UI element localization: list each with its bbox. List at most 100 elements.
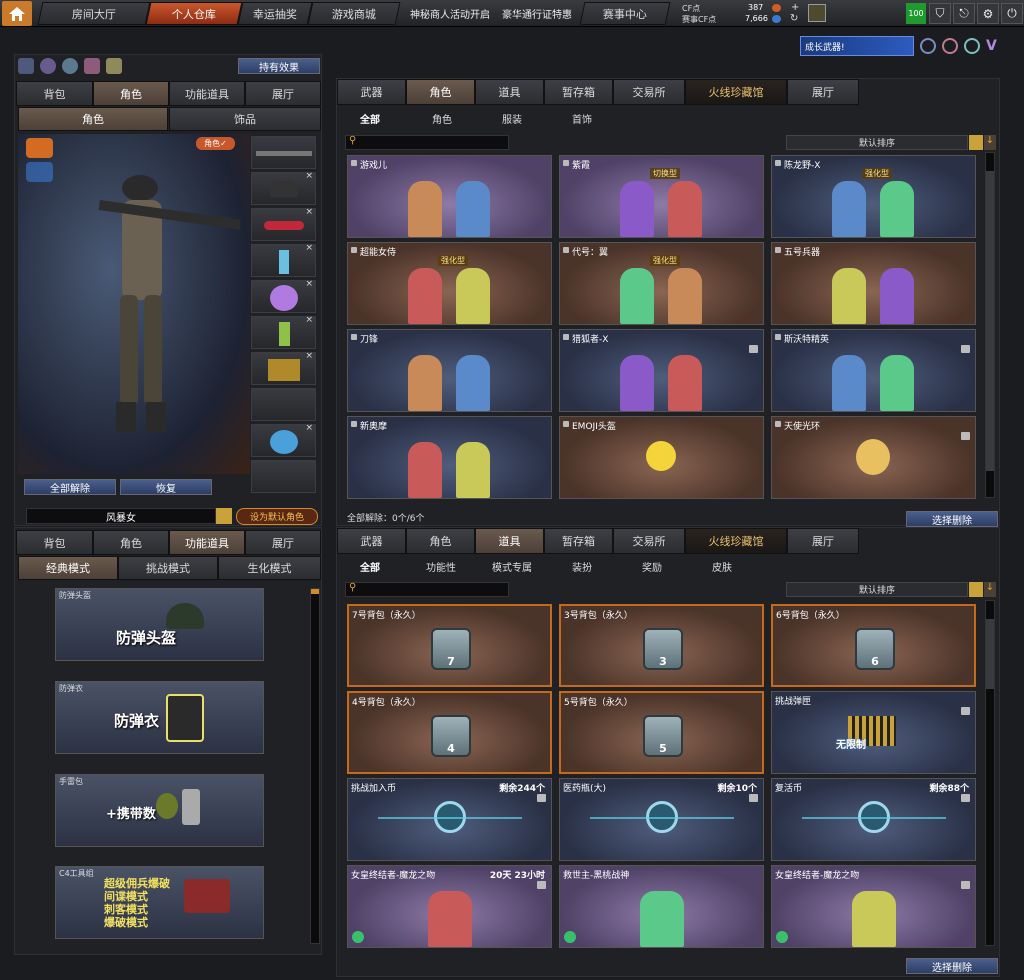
tab-backpack-2[interactable]: 背包 [16,530,93,555]
rotate-mode-icon[interactable] [26,162,53,182]
character-card[interactable]: 超能女侍 强化型 [347,242,552,325]
remove-icon[interactable]: × [305,171,313,181]
hold-effect-button[interactable]: 持有效果 [238,58,320,74]
item-card[interactable]: 挑战弹匣 无限制 [771,691,976,774]
store-tab-0[interactable]: 武器 [337,528,406,554]
slot-empty-2[interactable] [251,460,316,493]
store-tab-5[interactable]: 火线珍藏馆 [685,528,787,554]
set-default-character-button[interactable]: 设为默认角色 [236,508,318,525]
backpack-icon[interactable] [18,58,34,74]
store-subtab-0[interactable]: 全部 [360,111,380,126]
character-card[interactable]: 新奥摩 [347,416,552,499]
subtab-character[interactable]: 角色 [18,107,168,131]
slot-ammo[interactable]: × [251,351,316,385]
tab-personal-warehouse[interactable]: 个人仓库 [145,2,243,25]
item-helmet[interactable]: 防弹头盔 防弹头盔 [55,588,264,661]
tab-showroom-2[interactable]: 展厅 [245,530,321,555]
store-tab-3[interactable]: 暂存箱 [544,79,613,105]
item-card[interactable]: 女皇终结者-魔龙之吻 [771,865,976,948]
power-icon[interactable]: ⏻ [1001,3,1023,24]
tab-game-mall[interactable]: 游戏商城 [307,2,401,25]
badge-icon-1[interactable] [920,38,936,54]
gift-icon[interactable] [84,58,100,74]
store-tab-4[interactable]: 交易所 [613,528,685,554]
spin-icon[interactable] [62,58,78,74]
slot-helmet-charm[interactable]: × [251,423,316,457]
store-tab-3[interactable]: 暂存箱 [544,528,613,554]
remove-icon[interactable]: × [305,279,313,289]
item-card[interactable]: 复活币 剩余88个 [771,778,976,861]
search-input-bottom[interactable]: ⚲ [345,582,509,597]
exit-icon[interactable]: ⎋ [953,3,975,24]
store-tab-2[interactable]: 道具 [475,79,544,105]
item-card[interactable]: 医药瓶(大) 剩余10个 [559,778,764,861]
select-delete-button-top[interactable]: 选择删除 [906,511,998,527]
slot-cap[interactable]: × [251,171,316,205]
subtab-accessories[interactable]: 饰品 [169,107,321,131]
remove-icon[interactable]: × [305,315,313,325]
store-tab-5[interactable]: 火线珍藏馆 [685,79,787,105]
item-card[interactable]: 7号背包（永久） 7 [347,604,552,687]
item-card[interactable]: 救世主-黑桃战神 [559,865,764,948]
badge-icon-3[interactable] [964,38,980,54]
select-delete-button-bottom[interactable]: 选择删除 [906,958,998,974]
gear-icon[interactable]: ⚙ [977,3,999,24]
plus-icon[interactable]: + [791,2,799,13]
shield-icon[interactable]: ⛉ [929,3,951,24]
store-tab-1[interactable]: 角色 [406,528,475,554]
badge-icon-2[interactable] [942,38,958,54]
store-tab-2[interactable]: 道具 [475,528,544,554]
character-card[interactable]: 游戏儿 [347,155,552,238]
store-tab-6[interactable]: 展厅 [787,79,859,105]
character-card[interactable]: 陈龙野-X 强化型 [771,155,976,238]
character-card[interactable]: 天使光环 [771,416,976,499]
bag-icon[interactable] [106,58,122,74]
menu-icon[interactable] [216,508,232,524]
battle-pass-link[interactable]: 豪华通行证特惠 [502,6,572,21]
home-button[interactable] [2,1,32,26]
slot-glasses[interactable]: × [251,207,316,241]
store-subtab-0[interactable]: 全部 [360,559,380,574]
store-subtab-1[interactable]: 角色 [432,111,452,126]
store-subtab-2[interactable]: 服装 [502,111,522,126]
item-card[interactable]: 女皇终结者-魔龙之吻 20天 23小时 [347,865,552,948]
sort-order-icon[interactable]: ↓ [984,582,996,597]
tab-room-lobby[interactable]: 房间大厅 [37,2,151,25]
character-mode-icon[interactable] [26,138,53,158]
store-subtab-3[interactable]: 首饰 [572,111,592,126]
character-card[interactable]: 猎狐者-X [559,329,764,412]
store-subtab-3[interactable]: 装扮 [572,559,592,574]
item-c4-tools[interactable]: C4工具组 超级佣兵爆破 间谍模式 刺客模式 爆破模式 [55,866,264,939]
restore-button[interactable]: 恢复 [120,479,212,495]
remove-icon[interactable]: × [305,207,313,217]
clear-all-button[interactable]: 全部解除 [24,479,116,495]
store-tab-6[interactable]: 展厅 [787,528,859,554]
item-card[interactable]: 6号背包（永久） 6 [771,604,976,687]
search-input[interactable]: ⚲ [345,135,509,150]
refresh-icon[interactable]: ↻ [790,13,798,24]
tab-character[interactable]: 角色 [93,81,169,106]
growth-weapon-banner[interactable]: 成长武器! [800,36,914,56]
store-subtab-5[interactable]: 皮肤 [712,559,732,574]
character-card[interactable]: EMOJI头盔 [559,416,764,499]
character-card[interactable]: 代号：翼 强化型 [559,242,764,325]
scrollbar-bottom[interactable] [985,600,995,946]
mystery-merchant-link[interactable]: 神秘商人活动开启 [410,6,490,21]
character-card[interactable]: 五号兵器 [771,242,976,325]
mode-zombie[interactable]: 生化模式 [218,556,321,580]
remove-icon[interactable]: × [305,351,313,361]
mode-classic[interactable]: 经典模式 [18,556,118,580]
tab-function-items-2[interactable]: 功能道具 [169,530,245,555]
scrollbar-top[interactable] [985,152,995,498]
slot-bottle[interactable]: × [251,315,316,349]
sort-dropdown-bottom[interactable]: 默认排序 [786,582,968,597]
store-tab-0[interactable]: 武器 [337,79,406,105]
v-badge-icon[interactable]: V [986,38,1006,54]
item-vest[interactable]: 防弹衣 防弹衣 [55,681,264,754]
item-card[interactable]: 3号背包（永久） 3 [559,604,764,687]
tab-function-items[interactable]: 功能道具 [169,81,245,106]
list-icon[interactable] [969,135,983,150]
item-card[interactable]: 4号背包（永久） 4 [347,691,552,774]
tab-backpack[interactable]: 背包 [16,81,93,106]
tab-character-2[interactable]: 角色 [93,530,169,555]
